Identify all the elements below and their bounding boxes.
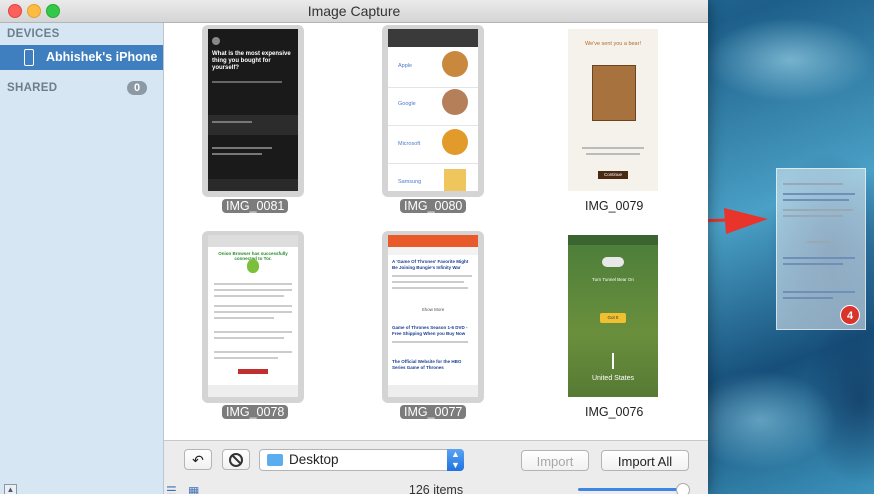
image-capture-window: Image Capture DEVICES Abhishek's iPhone …	[0, 0, 708, 494]
thumbnail-label: IMG_0077	[400, 405, 467, 419]
thumbnail-img-0081[interactable]: What is the most expensive thing you bou…	[208, 29, 298, 191]
popup-arrows-icon: ▲ ▼	[447, 449, 464, 471]
thumbnail-grid: What is the most expensive thing you bou…	[164, 23, 708, 440]
sidebar: DEVICES Abhishek's iPhone SHARED 0 ▲	[0, 23, 164, 494]
thumbnail-label: IMG_0078	[222, 405, 289, 419]
thumbnail-label: IMG_0081	[222, 199, 289, 213]
sidebar-item-iphone[interactable]: Abhishek's iPhone	[0, 45, 163, 70]
rotate-left-icon: ↶	[192, 452, 204, 468]
thumbnail-img-0080[interactable]: Apple Google Microsoft Samsung	[388, 29, 478, 191]
thumbnail-label: IMG_0079	[585, 199, 644, 213]
shared-count-badge: 0	[127, 81, 147, 95]
delete-button[interactable]	[222, 449, 250, 470]
window-title: Image Capture	[307, 3, 401, 19]
thumbnail-img-0079[interactable]: We've sent you a bear! Continue	[568, 29, 658, 191]
thumbnail-label: IMG_0076	[585, 405, 644, 419]
rotate-button[interactable]: ↶	[184, 449, 212, 470]
sidebar-toggle-icon[interactable]: ▲	[4, 484, 17, 494]
iphone-icon	[24, 49, 34, 66]
slider-thumb[interactable]	[676, 483, 690, 494]
drag-count-badge: 4	[840, 305, 860, 325]
destination-label: Desktop	[289, 452, 339, 467]
devices-header: DEVICES	[7, 28, 60, 40]
folder-icon	[267, 454, 283, 466]
thumbnail-img-0077[interactable]: A 'Game Of Thrones' Favorite Might Be Jo…	[388, 235, 478, 397]
title-bar: Image Capture	[0, 0, 708, 23]
bottom-toolbar: ↶ Desktop ▲ ▼ Import Import All ☰ ▦ 126 i…	[164, 440, 708, 494]
thumb-headline: What is the most expensive thing you bou…	[212, 51, 291, 71]
shared-header: SHARED	[7, 82, 58, 94]
device-name: Abhishek's iPhone	[46, 50, 158, 64]
import-all-button[interactable]: Import All	[601, 450, 689, 471]
import-button[interactable]: Import	[521, 450, 589, 471]
thumbnail-size-slider[interactable]	[578, 488, 684, 491]
thumbnail-label: IMG_0080	[400, 199, 467, 213]
no-entry-icon	[229, 453, 243, 467]
thumbnail-img-0076[interactable]: Turn Tunnel Bear On Got It United States	[568, 235, 658, 397]
destination-popup[interactable]: Desktop ▲ ▼	[259, 449, 464, 471]
thumbnail-img-0078[interactable]: Onion Browser has successfully connected…	[208, 235, 298, 397]
